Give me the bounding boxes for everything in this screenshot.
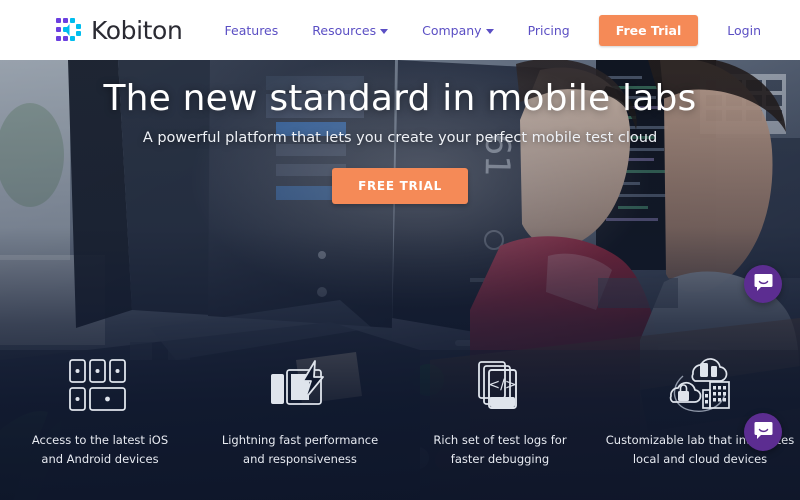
feature-caption-logs-line1: Rich set of test logs for (433, 433, 567, 447)
svg-text:</>: </> (488, 377, 516, 393)
primary-navigation: Features Resources Company Pricing Free … (208, 14, 778, 46)
page-title: The new standard in mobile labs (103, 78, 697, 119)
feature-caption-devices-line2: and Android devices (41, 451, 159, 466)
lightning-bolt-icon (269, 355, 331, 417)
feature-caption-performance-line1: Lightning fast performance (221, 433, 379, 447)
nav-features-label: Features (224, 22, 279, 38)
chat-launcher-top[interactable] (744, 265, 782, 303)
chat-bubble-icon (754, 421, 773, 444)
feature-caption-performance-line2: and responsiveness (243, 451, 357, 466)
feature-item-devices: Access to the latest iOS and Android dev… (0, 355, 200, 480)
nav-pricing[interactable]: Pricing (511, 23, 587, 38)
code-documents-icon: </> (469, 355, 531, 417)
feature-item-performance: Lightning fast performance and responsiv… (200, 355, 400, 480)
feature-list: Access to the latest iOS and Android dev… (0, 355, 800, 480)
chevron-down-icon (380, 28, 389, 34)
logo-link[interactable]: Kobiton (56, 15, 183, 45)
nav-company[interactable]: Company (405, 23, 510, 38)
nav-resources[interactable]: Resources (295, 23, 405, 38)
feature-caption-cloud-line2: local and cloud devices (632, 451, 768, 466)
feature-caption-devices-line1: Access to the latest iOS (31, 433, 169, 447)
devices-grid-icon (69, 355, 131, 417)
feature-caption-logs-line2: faster debugging (450, 451, 550, 466)
chevron-down-icon (485, 28, 494, 34)
chat-launcher-bottom[interactable] (744, 413, 782, 451)
nav-login-label: Login (727, 22, 761, 38)
chat-bubble-icon (754, 273, 773, 296)
feature-caption-performance: Lightning fast performance and responsiv… (222, 431, 378, 469)
kobiton-grid-logo-icon (56, 17, 82, 43)
feature-caption-logs: Rich set of test logs for faster debuggi… (433, 431, 566, 469)
site-header: Kobiton Features Resources Company Prici… (0, 0, 800, 60)
nav-features[interactable]: Features (208, 23, 296, 38)
hero-free-trial-button[interactable]: FREE TRIAL (332, 168, 468, 204)
feature-caption-devices: Access to the latest iOS and Android dev… (32, 431, 168, 469)
nav-company-label: Company (422, 22, 482, 38)
feature-item-logs: </> Rich set of test logs for faster deb… (400, 355, 600, 480)
header-free-trial-button[interactable]: Free Trial (598, 14, 699, 46)
nav-resources-label: Resources (312, 22, 377, 38)
nav-pricing-label: Pricing (527, 22, 570, 38)
hero-subtitle: A powerful platform that lets you create… (142, 130, 658, 146)
logo-text: Kobiton (91, 15, 183, 45)
cloud-lock-building-icon (663, 355, 737, 417)
nav-login[interactable]: Login (710, 23, 778, 38)
